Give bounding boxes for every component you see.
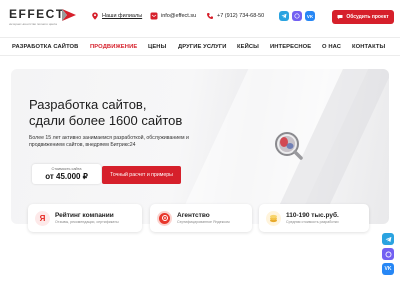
hero-title-line2: сдали более 1600 сайтов (29, 113, 183, 128)
chat-icon (337, 15, 343, 20)
calc-button[interactable]: Точный расчет и примеры (102, 166, 181, 184)
feature-card-cost[interactable]: 110-190 тыс.руб. Средняя стоимость разра… (259, 204, 369, 232)
price-caption: Стоимость сайта (51, 167, 82, 171)
magnifier-icon (275, 132, 303, 160)
nav-item-about[interactable]: О НАС (322, 44, 341, 50)
location-pin-icon (92, 12, 98, 20)
logo-mark-icon (62, 9, 76, 21)
price-value: от 45.000 ₽ (45, 172, 88, 181)
vk-icon[interactable]: VK (305, 11, 315, 21)
yandex-icon: Я (35, 210, 50, 226)
feature-title: 110-190 тыс.руб. (286, 212, 339, 219)
nav-item-promotion[interactable]: ПРОДВИЖЕНИЕ (90, 44, 137, 50)
email-link[interactable]: info@effect.su (150, 12, 196, 20)
vk-icon[interactable]: VK (382, 263, 394, 275)
discuss-label: Обсудить проект (346, 14, 389, 20)
logo-tagline: интернет-агентство полного цикла (9, 22, 57, 26)
discuss-project-button[interactable]: Обсудить проект (332, 10, 394, 24)
hero-title: Разработка сайтов, сдали более 1600 сайт… (29, 97, 249, 129)
hero-banner: Разработка сайтов, сдали более 1600 сайт… (11, 69, 389, 224)
price-box: Стоимость сайта от 45.000 ₽ (32, 164, 101, 184)
main-nav: РАЗРАБОТКА САЙТОВ ПРОДВИЖЕНИЕ ЦЕНЫ ДРУГИ… (0, 37, 400, 56)
feature-card-rating[interactable]: Я Рейтинг компании Отзывы, рекомендации,… (28, 204, 142, 232)
viber-icon[interactable] (382, 248, 394, 260)
viber-icon[interactable] (292, 11, 302, 21)
feature-title: Агентство (177, 212, 210, 219)
phone-link[interactable]: +7 (912) 734-68-50 (206, 12, 264, 20)
coins-icon (266, 210, 281, 226)
site-header: EFFECT интернет-агентство полного цикла … (0, 0, 400, 36)
feature-card-agency[interactable]: Агентство Сертифицированное Яндексом (150, 204, 252, 232)
nav-item-other-services[interactable]: ДРУГИЕ УСЛУГИ (178, 44, 227, 50)
nav-item-prices[interactable]: ЦЕНЫ (148, 44, 166, 50)
telegram-icon[interactable] (279, 11, 289, 21)
nav-item-cases[interactable]: КЕЙСЫ (237, 44, 259, 50)
mail-icon (150, 12, 158, 20)
hero-description: Более 15 лет активно занимаемся разработ… (29, 135, 189, 148)
phone-icon (207, 13, 213, 19)
feature-subtitle: Средняя стоимость разработки (286, 220, 339, 224)
filials-label: Наши филиалы (102, 13, 143, 19)
floating-socials: VK (382, 233, 394, 275)
header-socials: VK (279, 11, 315, 21)
nav-item-contacts[interactable]: КОНТАКТЫ (352, 44, 385, 50)
nav-item-development[interactable]: РАЗРАБОТКА САЙТОВ (12, 44, 78, 50)
nav-item-interesting[interactable]: ИНТЕРЕСНОЕ (270, 44, 311, 50)
feature-subtitle: Сертифицированное Яндексом (177, 220, 230, 224)
feature-title: Рейтинг компании (55, 212, 114, 219)
phone-label: +7 (912) 734-68-50 (217, 13, 265, 19)
email-label: info@effect.su (161, 13, 197, 19)
feature-subtitle: Отзывы, рекомендации, сертификаты (55, 220, 119, 224)
telegram-icon[interactable] (382, 233, 394, 245)
agency-badge-icon (157, 210, 172, 226)
filials-link[interactable]: Наши филиалы (91, 12, 142, 20)
hero-title-line1: Разработка сайтов, (29, 97, 147, 112)
